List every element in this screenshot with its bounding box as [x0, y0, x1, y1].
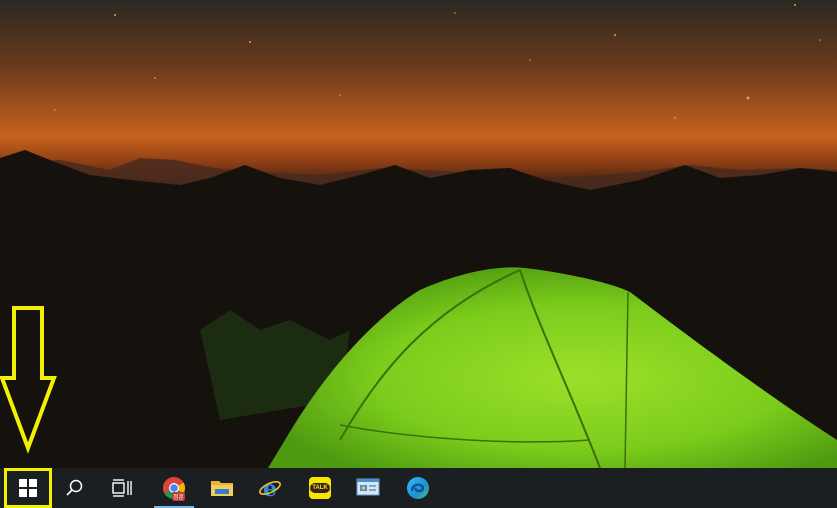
chrome-button[interactable]: 정훈: [150, 468, 198, 508]
chrome-profile-badge: 정훈: [172, 492, 186, 501]
kakaotalk-icon: TALK: [309, 477, 331, 499]
taskbar: 정훈 e TALK: [0, 468, 837, 508]
desktop-wallpaper: [0, 0, 837, 468]
windows-logo-icon: [19, 479, 37, 497]
search-icon: [66, 479, 83, 496]
start-button[interactable]: [4, 468, 52, 508]
control-panel-icon: [356, 478, 380, 496]
kakaotalk-label: TALK: [310, 483, 330, 493]
task-view-icon: [112, 479, 132, 497]
control-panel-button[interactable]: [344, 468, 392, 508]
svg-text:e: e: [263, 476, 277, 500]
internet-explorer-icon: e: [259, 476, 281, 500]
internet-explorer-button[interactable]: e: [246, 468, 294, 508]
kakaotalk-button[interactable]: TALK: [296, 468, 344, 508]
file-explorer-button[interactable]: [198, 468, 246, 508]
folder-icon: [211, 481, 233, 496]
task-view-button[interactable]: [98, 468, 146, 508]
annotation-arrow-icon: [0, 306, 57, 454]
edge-button[interactable]: [394, 468, 442, 508]
edge-icon: [407, 477, 429, 499]
search-button[interactable]: [50, 468, 98, 508]
desktop: 정훈 e TALK: [0, 0, 837, 508]
